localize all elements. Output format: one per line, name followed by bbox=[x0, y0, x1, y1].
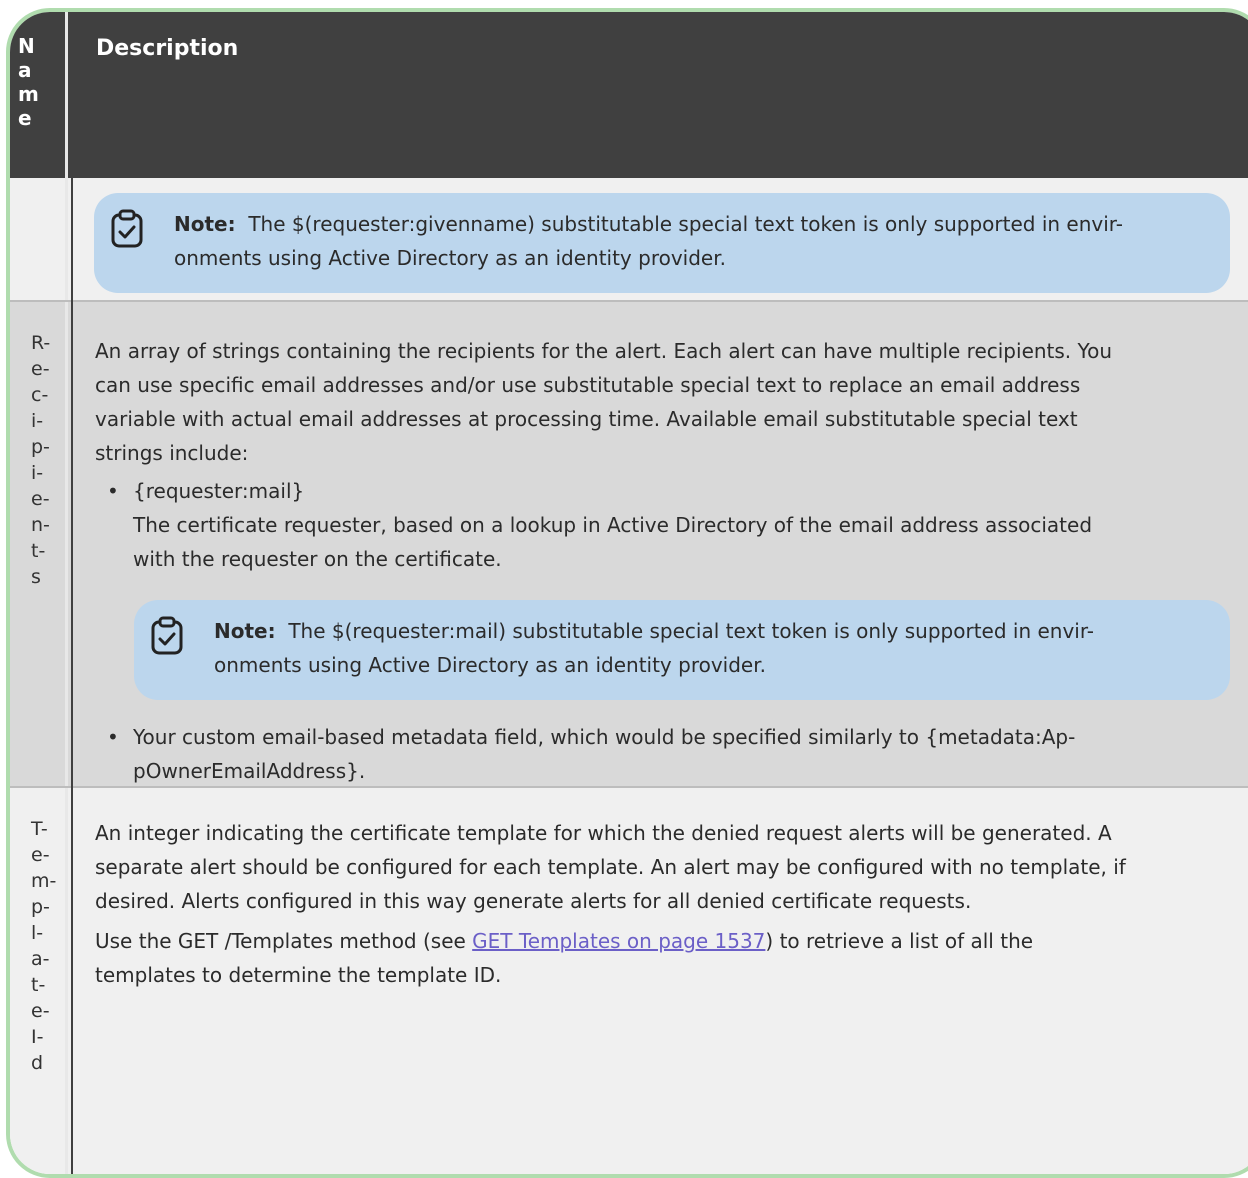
description-line: variable with actual email addresses at … bbox=[95, 407, 1078, 431]
note-text: Note: The $(requester:givenname) substit… bbox=[174, 207, 1224, 275]
description-line: strings include: bbox=[95, 441, 249, 465]
description-line: Use the GET /Templates method (see GET T… bbox=[95, 924, 1235, 958]
column-divider bbox=[71, 12, 73, 1174]
description-template-id: An integer indicating the certificate te… bbox=[95, 816, 1235, 992]
name-cell-template-id: T- e- m- p- l- a- t- e- I- d bbox=[10, 788, 68, 1174]
description-line: can use specific email addresses and/or … bbox=[95, 373, 1081, 397]
name-letter: t- bbox=[31, 974, 46, 996]
bullet-text: The certificate requester, based on a lo… bbox=[133, 513, 1093, 537]
name-letter: t- bbox=[31, 540, 46, 562]
name-letter: e- bbox=[31, 358, 50, 380]
note-body-cont: onments using Active Directory as an ide… bbox=[174, 246, 726, 270]
bullet-icon: • bbox=[107, 479, 119, 503]
note-body: The $(requester:givenname) substitutable… bbox=[248, 212, 1123, 236]
name-template-id: T- e- m- p- l- a- t- e- I- d bbox=[31, 816, 61, 1076]
name-letter: n- bbox=[31, 514, 50, 536]
bullet-text: pOwnerEmailAddress}. bbox=[133, 759, 366, 783]
name-letter: T- bbox=[31, 818, 48, 840]
table-row-note: Note: The $(requester:givenname) substit… bbox=[10, 178, 1248, 300]
name-letter: p- bbox=[31, 436, 50, 458]
description-line: desired. Alerts configured in this way g… bbox=[95, 889, 972, 913]
description-recipients: An array of strings containing the recip… bbox=[95, 334, 1235, 576]
bullet-text: Your custom email-based metadata field, … bbox=[133, 725, 1076, 749]
name-letter: i- bbox=[31, 462, 44, 484]
table-header: N a m e Description bbox=[10, 12, 1248, 178]
header-name-cell: N a m e bbox=[10, 12, 68, 178]
name-letter: c- bbox=[31, 384, 49, 406]
table-frame: N a m e Description Note: The $(requeste… bbox=[6, 8, 1248, 1178]
bullet-text: with the requester on the certificate. bbox=[133, 547, 502, 571]
note-label: Note: bbox=[214, 619, 276, 643]
bullet-title: {requester:mail} bbox=[133, 479, 305, 503]
name-letter: l- bbox=[31, 922, 44, 944]
name-recipients: R- e- c- i- p- i- e- n- t- s bbox=[31, 330, 61, 590]
get-templates-link[interactable]: GET Templates on page 1537 bbox=[472, 929, 765, 953]
description-line: templates to determine the template ID. bbox=[95, 963, 502, 987]
note-text: Note: The $(requester:mail) substitutabl… bbox=[214, 614, 1224, 682]
note-callout: Note: The $(requester:givenname) substit… bbox=[94, 193, 1230, 293]
table-row-template-id: T- e- m- p- l- a- t- e- I- d An integer … bbox=[10, 788, 1248, 1174]
note-label: Note: bbox=[174, 212, 236, 236]
note-callout: Note: The $(requester:mail) substitutabl… bbox=[134, 600, 1230, 700]
list-item: • {requester:mail} The certificate reque… bbox=[95, 474, 1235, 576]
recipient-options-list: • {requester:mail} The certificate reque… bbox=[95, 474, 1235, 576]
list-item: • Your custom email-based metadata field… bbox=[95, 720, 1235, 788]
header-name-letter: e bbox=[18, 106, 32, 130]
description-line: An integer indicating the certificate te… bbox=[95, 821, 1112, 845]
name-cell-recipients: R- e- c- i- p- i- e- n- t- s bbox=[10, 302, 68, 786]
description-line: separate alert should be configured for … bbox=[95, 855, 1126, 879]
description-text: Use the GET /Templates method (see bbox=[95, 929, 473, 953]
name-letter: e- bbox=[31, 1000, 50, 1022]
name-letter: i- bbox=[31, 410, 44, 432]
clipboard-check-icon bbox=[111, 209, 143, 248]
header-name-label: N a m e bbox=[18, 34, 62, 130]
description-line: An array of strings containing the recip… bbox=[95, 339, 1112, 363]
name-cell-empty bbox=[10, 178, 68, 300]
clipboard-check-icon bbox=[151, 616, 183, 655]
description-text: ) to retrieve a list of all the bbox=[765, 929, 1034, 953]
name-letter: s bbox=[31, 566, 41, 588]
name-letter: e- bbox=[31, 488, 50, 510]
bullet-icon: • bbox=[107, 725, 119, 749]
recipient-options-list-cont: • Your custom email-based metadata field… bbox=[95, 720, 1235, 788]
note-body-cont: onments using Active Directory as an ide… bbox=[214, 653, 766, 677]
name-letter: R- bbox=[31, 332, 51, 354]
name-letter: m- bbox=[31, 870, 57, 892]
header-name-letter: N bbox=[18, 34, 35, 58]
name-letter: d bbox=[31, 1052, 44, 1074]
header-name-letter: a bbox=[18, 58, 32, 82]
name-letter: a- bbox=[31, 948, 50, 970]
table-row-recipients: R- e- c- i- p- i- e- n- t- s An array of… bbox=[10, 302, 1248, 786]
name-letter: e- bbox=[31, 844, 50, 866]
note-body: The $(requester:mail) substitutable spec… bbox=[288, 619, 1095, 643]
header-description-label: Description bbox=[96, 36, 239, 61]
description-recipients-cont: • Your custom email-based metadata field… bbox=[95, 720, 1235, 788]
name-letter: p- bbox=[31, 896, 50, 918]
header-name-letter: m bbox=[18, 82, 39, 106]
name-letter: I- bbox=[31, 1026, 44, 1048]
